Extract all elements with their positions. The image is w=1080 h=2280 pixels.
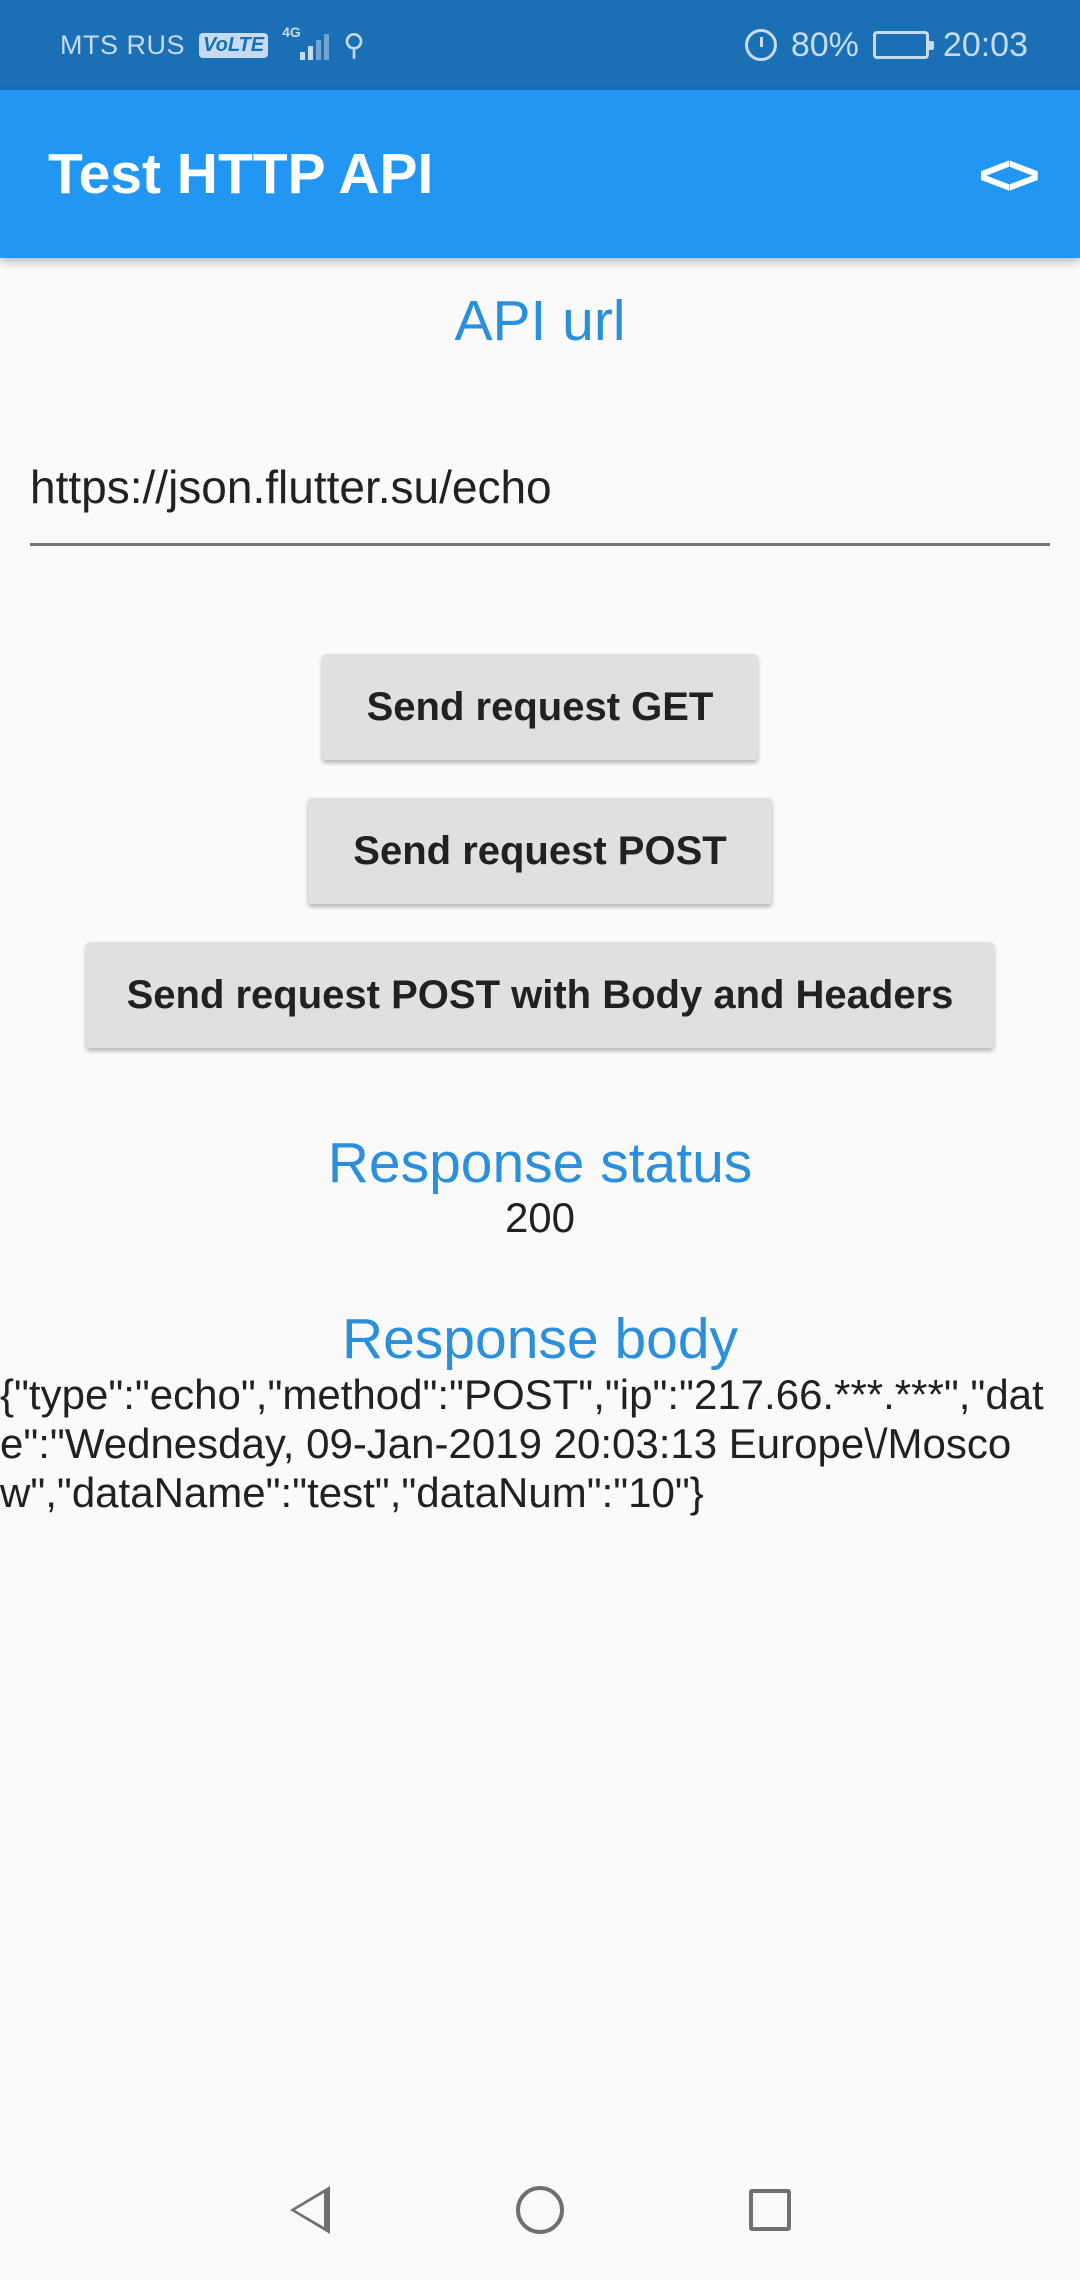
code-icon[interactable]: <>: [979, 142, 1040, 207]
usb-icon: ⚲: [343, 28, 366, 62]
response-status-value: 200: [504, 1194, 576, 1241]
send-post-body-headers-button[interactable]: Send request POST with Body and Headers: [86, 942, 994, 1048]
back-icon: [290, 2186, 330, 2234]
app-bar: Test HTTP API <>: [0, 90, 1080, 258]
api-url-title: API url: [454, 289, 626, 353]
battery-icon: [872, 31, 934, 59]
clock: 20:03: [942, 25, 1028, 64]
status-bar: MTS RUS VoLTE 4G ⚲ 80% 20:03: [0, 0, 1080, 90]
recents-icon: [749, 2189, 791, 2231]
volte-icon: VoLTE: [199, 32, 269, 58]
carrier-name: MTS RUS: [60, 29, 185, 60]
api-url-input[interactable]: [30, 430, 1050, 543]
back-button[interactable]: [270, 2170, 350, 2250]
alarm-icon: [744, 29, 777, 61]
app-title: Test HTTP API: [48, 142, 434, 206]
response-body-title: Response body: [341, 1307, 739, 1371]
response-status-title: Response status: [327, 1131, 753, 1195]
response-body-text: {"type":"echo","method":"POST","ip":"217…: [0, 1371, 1044, 1516]
home-icon: [516, 2186, 564, 2234]
send-get-button[interactable]: Send request GET: [322, 654, 758, 760]
recents-button[interactable]: [730, 2170, 810, 2250]
status-bar-left: MTS RUS VoLTE 4G ⚲: [60, 24, 366, 63]
signal-icon: 4G: [282, 24, 330, 60]
send-post-button[interactable]: Send request POST: [308, 798, 772, 904]
status-bar-right: 80% 20:03: [744, 25, 1028, 65]
api-url-field[interactable]: [30, 430, 1050, 546]
nav-bar: [0, 2140, 1080, 2280]
home-button[interactable]: [500, 2170, 580, 2250]
battery-percent: 80%: [790, 25, 859, 64]
network-type: 4G: [282, 24, 301, 40]
